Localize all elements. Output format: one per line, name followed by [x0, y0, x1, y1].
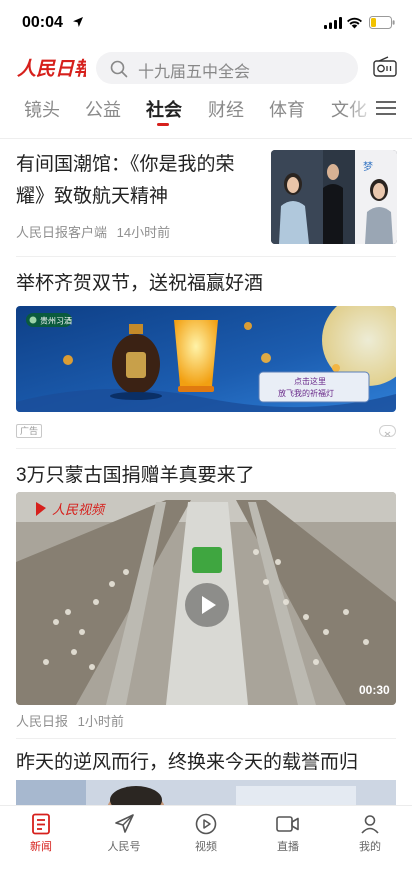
people-daily-logo[interactable]: 人民日報 [16, 52, 86, 82]
article-time: 14小时前 [116, 225, 171, 240]
tabs-divider [0, 138, 412, 139]
nav-label: 我的 [359, 841, 381, 853]
play-circle-icon [195, 813, 217, 835]
channel-tabs: 镜头 公益 社会 财经 体育 文化 [0, 92, 412, 130]
channel-menu-icon[interactable] [376, 100, 396, 116]
tab-caijing[interactable]: 财经 [208, 96, 244, 122]
play-icon [202, 596, 216, 614]
video-duration: 00:30 [359, 683, 390, 697]
article-divider [16, 256, 396, 257]
nav-live[interactable]: 直播 [253, 812, 323, 860]
tab-tiyu[interactable]: 体育 [269, 96, 305, 122]
article-source: 人民日报 [16, 714, 69, 729]
news-icon [32, 813, 50, 835]
radio-icon[interactable] [373, 56, 397, 78]
tab-shehui[interactable]: 社会 [146, 96, 182, 122]
nav-label: 新闻 [30, 841, 52, 853]
bottom-nav: 新闻 人民号 视频 直播 我的 [0, 805, 412, 882]
svg-text:放飞我的祈福灯: 放飞我的祈福灯 [278, 388, 334, 398]
nav-video[interactable]: 视频 [171, 812, 241, 860]
paper-plane-icon [115, 814, 134, 833]
tab-jingtou[interactable]: 镜头 [24, 96, 60, 122]
video-article-title[interactable]: 3万只蒙古国捐赠羊真要来了 [16, 462, 255, 490]
status-bar: 00:04 [0, 0, 412, 44]
search-bar[interactable]: 十九届五中全会 [96, 52, 358, 84]
article-source: 人民日报客户端 [16, 225, 108, 240]
play-button[interactable] [185, 583, 229, 627]
svg-text:点击这里: 点击这里 [294, 376, 326, 386]
nav-news[interactable]: 新闻 [6, 812, 76, 860]
nav-label: 视频 [195, 841, 217, 853]
article-title[interactable]: 有间国潮馆：《你是我的荣耀》致敬航天精神 [16, 149, 262, 213]
status-time: 00:04 [22, 14, 63, 31]
profile-icon [361, 815, 379, 834]
svg-text:贵州习酒: 贵州习酒 [40, 316, 72, 326]
app-header: 人民日報 十九届五中全会 [0, 48, 412, 86]
nav-label: 人民号 [107, 841, 141, 853]
ad-close-icon[interactable] [379, 425, 396, 437]
tabs-fade-overlay [344, 92, 378, 126]
article-thumbnail[interactable]: 梦 [271, 150, 397, 244]
article-time: 1小时前 [77, 714, 124, 729]
search-icon [110, 60, 128, 78]
battery-low-icon [369, 16, 395, 29]
article-meta: 人民日报 1小时前 [16, 711, 124, 730]
svg-text:人民视频: 人民视频 [52, 503, 106, 518]
article-meta: 人民日报客户端 14小时前 [16, 222, 170, 241]
article-divider [16, 448, 396, 449]
active-tab-indicator [157, 123, 169, 126]
search-placeholder: 十九届五中全会 [138, 64, 251, 81]
article-title[interactable]: 昨天的逆风而行，终换来今天的载誉而归 [16, 748, 358, 778]
wifi-icon [347, 17, 362, 29]
nav-label: 直播 [277, 841, 299, 853]
svg-text:人民日報: 人民日報 [17, 58, 86, 80]
nav-renminhao[interactable]: 人民号 [89, 812, 159, 860]
ad-banner[interactable]: 贵州习酒 点击这里 放飞我的祈福灯 [16, 306, 396, 412]
nav-profile[interactable]: 我的 [335, 812, 405, 860]
location-arrow-icon [73, 17, 83, 27]
article-divider [16, 738, 396, 739]
cellular-signal-icon [324, 17, 342, 29]
ad-title[interactable]: 举杯齐贺双节，送祝福赢好酒 [16, 270, 263, 298]
svg-text:梦: 梦 [363, 161, 373, 173]
ad-badge: 广告 [16, 424, 42, 438]
tab-gongyi[interactable]: 公益 [85, 96, 121, 122]
video-camera-icon [276, 816, 299, 832]
